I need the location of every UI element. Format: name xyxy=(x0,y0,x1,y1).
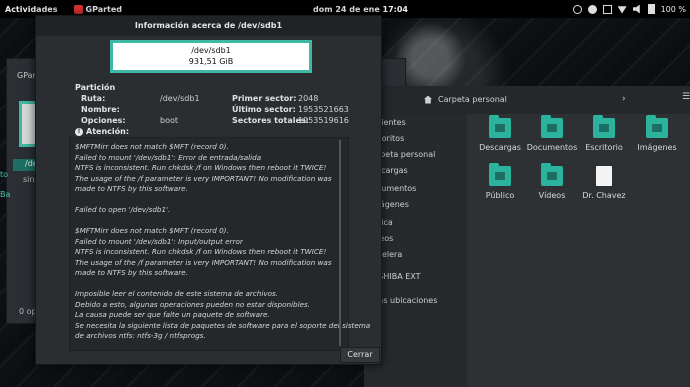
status-bar: 0 op xyxy=(19,307,37,316)
item-label: Dr. Chavez xyxy=(582,191,626,200)
warning-title: Atención: xyxy=(86,127,130,136)
file-manager-window[interactable]: Carpeta personal › ☰ ecientes avoritos a… xyxy=(364,86,690,387)
folder-item-public[interactable]: Público xyxy=(470,163,530,200)
file-item-dr-chavez[interactable]: Dr. Chavez xyxy=(574,166,634,200)
item-label: Vídeos xyxy=(538,191,566,200)
device-size: 931,51 GiB xyxy=(188,57,234,66)
battery-icon xyxy=(647,4,655,14)
folder-icon xyxy=(593,115,615,138)
tray-indicator-icon xyxy=(602,4,612,14)
folder-item-pictures[interactable]: Imágenes xyxy=(627,115,687,152)
folder-item-videos[interactable]: Vídeos xyxy=(522,163,582,200)
item-label: Imágenes xyxy=(637,143,677,152)
last-sector-value: 1953521663 xyxy=(298,105,349,114)
breadcrumb[interactable]: Carpeta personal xyxy=(424,95,507,104)
folder-item-documents[interactable]: Documentos xyxy=(522,115,582,152)
first-sector-value: 2048 xyxy=(298,94,319,103)
gparted-app-icon xyxy=(73,4,83,14)
folder-icon xyxy=(489,163,511,186)
battery-percentage: 100 % xyxy=(660,4,686,14)
warning-heading: ! Atención: xyxy=(75,127,129,136)
partition-info-dialog[interactable]: Información acerca de /dev/sdb1 /dev/sdb… xyxy=(35,15,382,365)
item-label: Documentos xyxy=(526,143,578,152)
folder-icon xyxy=(541,163,563,186)
system-tray[interactable]: 100 % xyxy=(572,4,686,14)
message-area[interactable]: $MFTMirr does not match $MFT (record 0).… xyxy=(69,137,371,351)
document-icon xyxy=(596,166,612,186)
item-label: Descargas xyxy=(479,143,521,152)
network-icon xyxy=(617,6,627,14)
menu-icon[interactable]: ☰ xyxy=(682,92,690,102)
file-manager-header xyxy=(364,86,690,114)
last-sector-label: Último sector: xyxy=(232,105,296,114)
app-menu[interactable]: GParted xyxy=(73,4,123,14)
chevron-right-icon[interactable]: › xyxy=(622,94,626,104)
close-button[interactable]: Cerrar xyxy=(340,347,380,363)
item-label: Escritorio xyxy=(585,143,623,152)
volume-icon xyxy=(632,4,640,14)
name-label: Nombre: xyxy=(81,105,120,114)
device-name: /dev/sdb1 xyxy=(191,46,231,55)
folder-icon xyxy=(646,115,668,138)
side-fragment: to xyxy=(0,170,9,179)
side-fragment: Ba xyxy=(0,190,11,199)
steam-icon xyxy=(587,4,597,14)
update-icon xyxy=(572,4,582,14)
location-label: Carpeta personal xyxy=(438,95,507,104)
app-name: GParted xyxy=(85,4,123,14)
options-label: Opciones: xyxy=(81,116,126,125)
path-label: Ruta: xyxy=(81,94,106,103)
section-heading: Partición xyxy=(75,83,116,92)
total-sectors-value: 1953519616 xyxy=(298,116,349,125)
options-value: boot xyxy=(160,116,179,125)
clock[interactable]: dom 24 de ene 17:04 xyxy=(313,5,408,14)
folder-item-downloads[interactable]: Descargas xyxy=(470,115,530,152)
warning-message: $MFTMirr does not match $MFT (record 0).… xyxy=(75,142,371,340)
info-icon: ! xyxy=(75,127,83,136)
home-icon xyxy=(424,95,432,104)
folder-icon xyxy=(489,115,511,138)
folder-item-desktop[interactable]: Escritorio xyxy=(574,115,634,152)
path-value: /dev/sdb1 xyxy=(160,94,200,103)
activities-button[interactable]: Actividades xyxy=(5,5,58,14)
first-sector-label: Primer sector: xyxy=(232,94,297,103)
item-label: Público xyxy=(485,191,515,200)
partition-row[interactable]: sin xyxy=(23,175,34,184)
dialog-title: Información acerca de /dev/sdb1 xyxy=(36,16,381,36)
folder-icon xyxy=(541,115,563,138)
partition-graphic: /dev/sdb1 931,51 GiB xyxy=(110,40,312,73)
message-scrollbar[interactable] xyxy=(339,140,341,346)
